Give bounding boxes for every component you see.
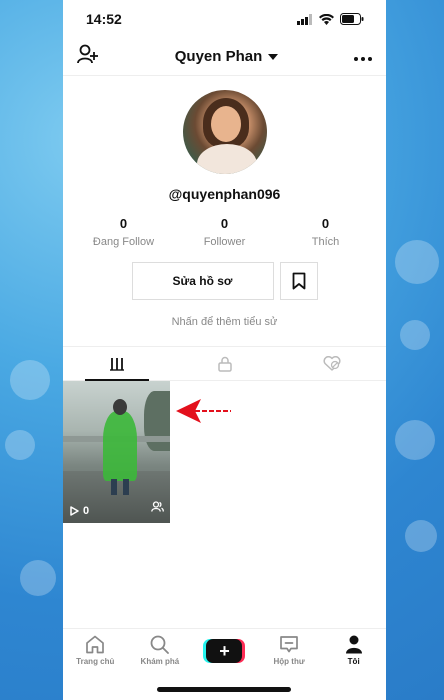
- annotation-arrow-icon: [176, 399, 231, 423]
- profile-icon: [345, 635, 362, 654]
- signal-icon: [297, 13, 312, 25]
- battery-icon: [340, 13, 364, 25]
- header-title: Quyen Phan: [174, 48, 263, 65]
- avatar[interactable]: [182, 90, 267, 174]
- bookmark-button[interactable]: [279, 262, 318, 300]
- nav-label: Tôi: [347, 657, 360, 666]
- more-icon[interactable]: [354, 48, 372, 66]
- nav-label: Trang chủ: [76, 657, 115, 666]
- tab-liked[interactable]: [278, 347, 386, 380]
- grid-icon: [109, 357, 124, 371]
- play-icon: [70, 506, 79, 516]
- edit-profile-button[interactable]: Sửa hồ sơ: [131, 262, 274, 300]
- stat-label: Follower: [203, 236, 246, 248]
- nav-label: Khám phá: [140, 657, 180, 666]
- lock-icon: [217, 356, 232, 372]
- tab-private[interactable]: [171, 347, 279, 380]
- plus-icon: +: [206, 639, 243, 663]
- nav-label: Hộp thư: [273, 657, 305, 666]
- bookmark-icon: [292, 272, 305, 290]
- inbox-icon: [280, 636, 298, 653]
- stat-followers[interactable]: 0 Follower: [180, 216, 270, 248]
- profile-tabs: [63, 346, 386, 381]
- phone-screen: 14:52 Quyen Phan @quyenphan096 0 Đang Fo…: [63, 0, 386, 700]
- status-icons: [297, 13, 364, 25]
- video-views: 0: [70, 505, 89, 517]
- stat-likes[interactable]: 0 Thích: [281, 216, 371, 248]
- stat-following[interactable]: 0 Đang Follow: [79, 216, 169, 248]
- add-user-icon[interactable]: [77, 44, 99, 69]
- account-switcher[interactable]: Quyen Phan: [175, 48, 279, 65]
- home-indicator: [157, 687, 291, 692]
- nav-profile[interactable]: Tôi: [324, 635, 384, 700]
- status-time: 14:52: [86, 11, 122, 27]
- profile-header: Quyen Phan: [63, 38, 386, 76]
- search-icon: [150, 635, 170, 654]
- bio-placeholder[interactable]: Nhấn để thêm tiểu sử: [63, 316, 386, 328]
- liked-hidden-icon: [323, 356, 341, 371]
- bottom-nav: Trang chủ Khám phá + Hộp thư Tôi: [63, 628, 386, 700]
- profile-stats: 0 Đang Follow 0 Follower 0 Thích: [63, 216, 386, 248]
- stat-value: 0: [321, 216, 330, 231]
- tab-videos[interactable]: [63, 347, 171, 381]
- stat-value: 0: [119, 216, 128, 231]
- caret-down-icon: [268, 53, 279, 60]
- stat-label: Đang Follow: [92, 236, 155, 248]
- stat-value: 0: [220, 216, 229, 231]
- video-grid: 0: [63, 381, 386, 523]
- video-thumbnail[interactable]: 0: [63, 381, 170, 523]
- profile-actions: Sửa hồ sơ: [63, 262, 386, 300]
- video-view-count: 0: [83, 505, 90, 517]
- nav-home[interactable]: Trang chủ: [65, 635, 125, 700]
- create-button[interactable]: +: [203, 639, 246, 663]
- home-icon: [86, 635, 105, 654]
- username: @quyenphan096: [168, 186, 281, 202]
- status-bar: 14:52: [63, 0, 386, 38]
- stat-label: Thích: [311, 236, 340, 248]
- people-icon: [151, 499, 164, 517]
- wifi-icon: [319, 13, 334, 25]
